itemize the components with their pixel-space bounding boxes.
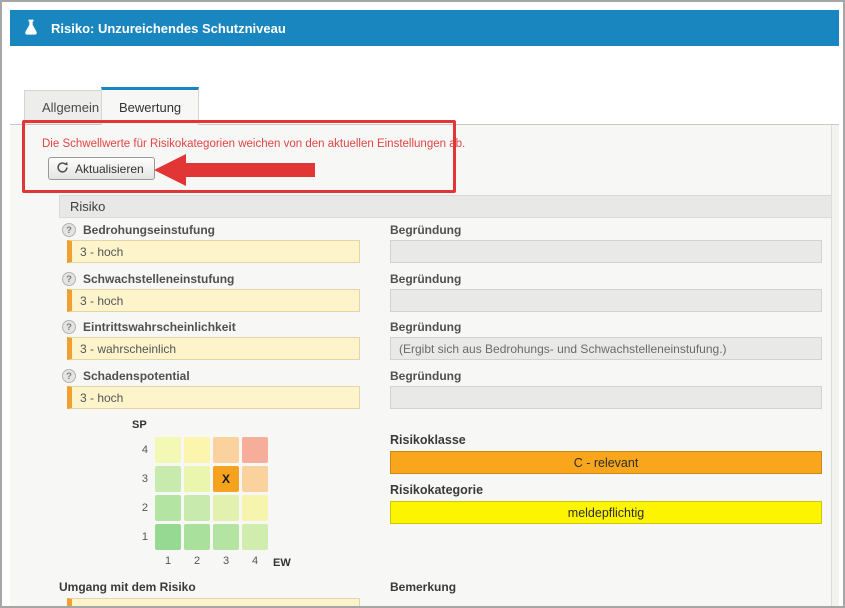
matrix-y-axis-label: SP	[132, 419, 147, 431]
matrix-row-label: 4	[128, 437, 148, 463]
help-icon[interactable]: ?	[62, 223, 76, 237]
matrix-x-axis-label: EW	[273, 557, 291, 569]
treatment-note-label: Bemerkung	[390, 580, 456, 594]
treatment-select[interactable]	[67, 598, 360, 608]
treatment-label: Umgang mit dem Risiko	[59, 580, 196, 594]
risk-class-value: C - relevant	[574, 456, 639, 470]
matrix-cell-sp4-ew4[interactable]	[242, 437, 268, 463]
matrix-cell-sp3-ew1[interactable]	[155, 466, 181, 492]
risk-class-label: Risikoklasse	[390, 433, 466, 447]
field-label-text: Bedrohungseinstufung	[83, 223, 215, 237]
matrix-cell-sp4-ew3[interactable]	[213, 437, 239, 463]
field-label-schadenspotential: ? Schadenspotential	[62, 369, 190, 383]
matrix-col-label: 1	[155, 555, 181, 567]
content-panel: Die Schwellwerte für Risikokategorien we…	[10, 124, 839, 608]
field-value: 3 - hoch	[80, 294, 123, 308]
field-label-text: Schwachstelleneinstufung	[83, 272, 234, 286]
matrix-row-labels: 4 3 2 1	[128, 437, 148, 550]
field-value: 3 - hoch	[80, 245, 123, 259]
eintrittswahrscheinlichkeit-reason-field[interactable]: (Ergibt sich aus Bedrohungs- und Schwach…	[390, 337, 822, 360]
risk-dialog-window: Risiko: Unzureichendes Schutzniveau Allg…	[0, 0, 845, 608]
matrix-row-label: 1	[128, 524, 148, 550]
app-logo-icon	[20, 17, 42, 39]
matrix-col-labels: 1234	[155, 555, 268, 567]
schadenspotential-field[interactable]: 3 - hoch	[67, 386, 360, 409]
matrix-row-label: 3	[128, 466, 148, 492]
reason-label: Begründung	[390, 272, 461, 286]
tab-bewertung[interactable]: Bewertung	[101, 87, 199, 125]
field-value: 3 - hoch	[80, 391, 123, 405]
field-label-text: Schadenspotential	[83, 369, 190, 383]
risk-matrix-grid: X	[155, 437, 268, 550]
bedrohungseinstufung-field[interactable]: 3 - hoch	[67, 240, 360, 263]
bedrohungseinstufung-reason-field[interactable]	[390, 240, 822, 263]
field-label-text: Eintrittswahrscheinlichkeit	[83, 320, 236, 334]
window-title: Risiko: Unzureichendes Schutzniveau	[51, 21, 286, 36]
risk-category-value: meldepflichtig	[568, 506, 644, 520]
warning-message: Die Schwellwerte für Risikokategorien we…	[42, 138, 465, 150]
section-header-risiko: Risiko	[59, 195, 836, 218]
eintrittswahrscheinlichkeit-field[interactable]: 3 - wahrscheinlich	[67, 337, 360, 360]
reason-value: (Ergibt sich aus Bedrohungs- und Schwach…	[399, 342, 727, 356]
help-icon[interactable]: ?	[62, 369, 76, 383]
matrix-cell-sp4-ew1[interactable]	[155, 437, 181, 463]
matrix-cell-sp1-ew4[interactable]	[242, 524, 268, 550]
help-icon[interactable]: ?	[62, 272, 76, 286]
matrix-cell-sp2-ew1[interactable]	[155, 495, 181, 521]
risk-category-label: Risikokategorie	[390, 483, 483, 497]
schwachstelleneinstufung-field[interactable]: 3 - hoch	[67, 289, 360, 312]
matrix-col-label: 4	[242, 555, 268, 567]
matrix-cell-sp1-ew3[interactable]	[213, 524, 239, 550]
risk-category-bar: meldepflichtig	[390, 501, 822, 524]
refresh-button[interactable]: Aktualisieren	[48, 157, 155, 180]
reason-label: Begründung	[390, 320, 461, 334]
refresh-button-label: Aktualisieren	[75, 162, 144, 176]
matrix-cell-sp3-ew4[interactable]	[242, 466, 268, 492]
schwachstelleneinstufung-reason-field[interactable]	[390, 289, 822, 312]
matrix-cell-sp3-ew2[interactable]	[184, 466, 210, 492]
matrix-cell-sp3-ew3[interactable]: X	[213, 466, 239, 492]
help-icon[interactable]: ?	[62, 320, 76, 334]
titlebar: Risiko: Unzureichendes Schutzniveau	[10, 10, 839, 46]
matrix-cell-sp1-ew2[interactable]	[184, 524, 210, 550]
refresh-icon	[56, 161, 69, 177]
field-label-eintrittswahrscheinlichkeit: ? Eintrittswahrscheinlichkeit	[62, 320, 236, 334]
matrix-cell-sp2-ew3[interactable]	[213, 495, 239, 521]
field-label-schwachstelleneinstufung: ? Schwachstelleneinstufung	[62, 272, 234, 286]
risk-class-bar: C - relevant	[390, 451, 822, 474]
reason-label: Begründung	[390, 223, 461, 237]
matrix-row-label: 2	[128, 495, 148, 521]
schadenspotential-reason-field[interactable]	[390, 386, 822, 409]
field-label-bedrohungseinstufung: ? Bedrohungseinstufung	[62, 223, 215, 237]
reason-label: Begründung	[390, 369, 461, 383]
matrix-cell-sp1-ew1[interactable]	[155, 524, 181, 550]
matrix-col-label: 2	[184, 555, 210, 567]
matrix-cell-sp4-ew2[interactable]	[184, 437, 210, 463]
matrix-cell-sp2-ew4[interactable]	[242, 495, 268, 521]
section-title: Risiko	[70, 199, 105, 214]
matrix-col-label: 3	[213, 555, 239, 567]
vertical-scrollbar[interactable]	[831, 125, 839, 608]
matrix-cell-sp2-ew2[interactable]	[184, 495, 210, 521]
field-value: 3 - wahrscheinlich	[80, 342, 176, 356]
